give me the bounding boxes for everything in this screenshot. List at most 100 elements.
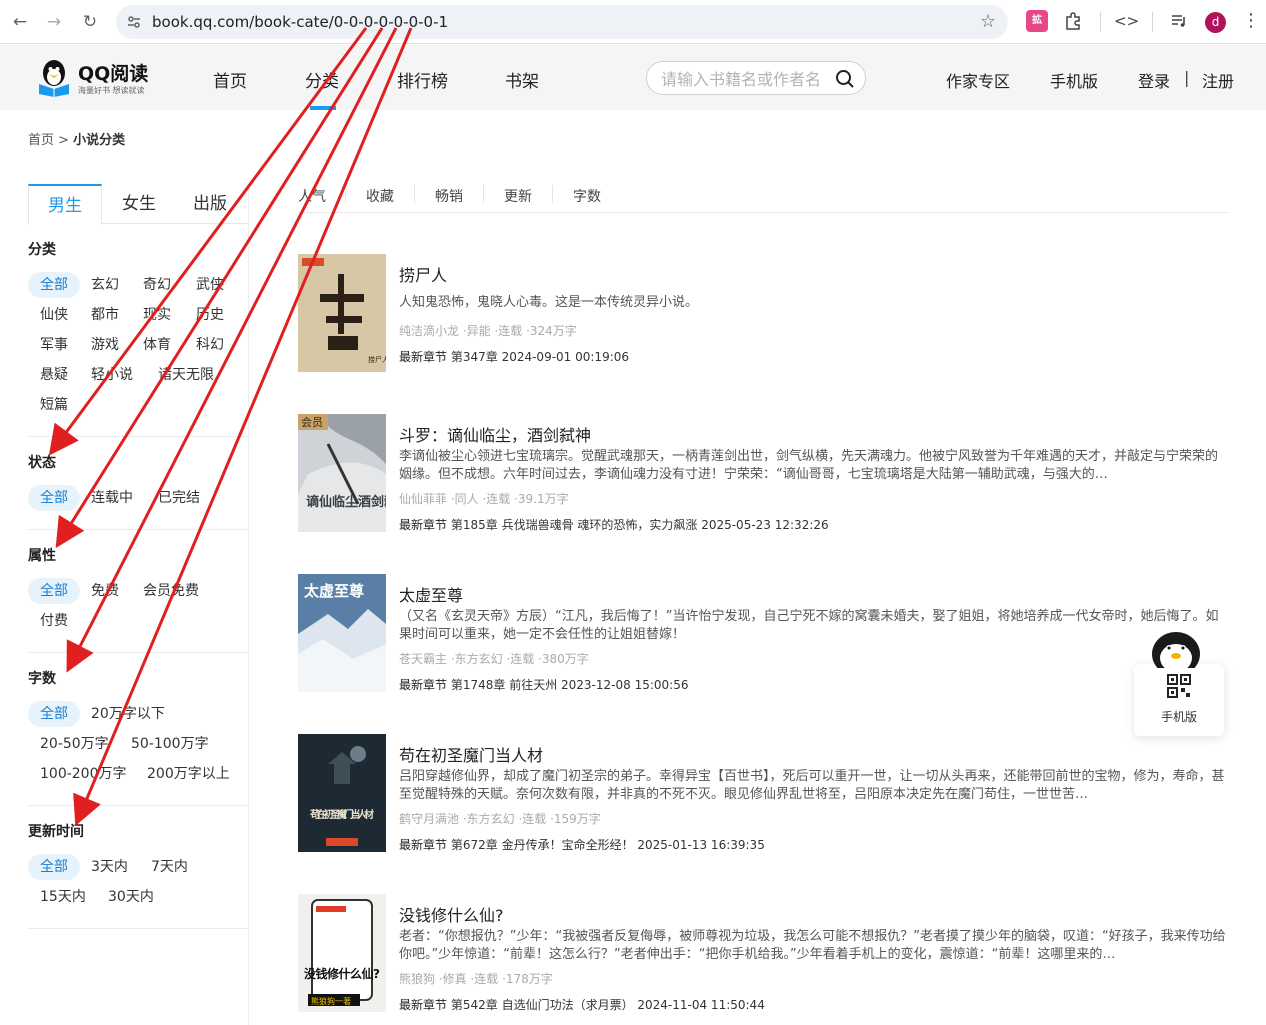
nav-home[interactable]: 首页 xyxy=(213,67,247,92)
book-cover[interactable]: 没钱修什么仙? 熊狼狗一著 xyxy=(298,894,386,1012)
filter-words-item[interactable]: 100-200万字 xyxy=(40,761,127,787)
filter-update-item[interactable]: 15天内 xyxy=(40,884,86,910)
sort-tab-updated[interactable]: 更新 xyxy=(504,186,532,206)
profile-avatar[interactable]: d xyxy=(1205,12,1226,33)
filter-attribute-item[interactable]: 会员免费 xyxy=(143,578,199,604)
book-list-item[interactable]: 太虚至尊 太虚至尊 （又名《玄灵天帝》方辰）“江凡，我后悔了！”当许怡宁发现，自… xyxy=(298,574,1228,694)
filter-category-item[interactable]: 悬疑 xyxy=(40,362,68,388)
sort-tab-favorites[interactable]: 收藏 xyxy=(366,186,394,206)
filter-category-item[interactable]: 短篇 xyxy=(40,392,68,418)
book-latest-chapter[interactable]: 最新章节 第1748章 前往天州 2023-12-08 15:00:56 xyxy=(399,676,688,693)
filter-category-item[interactable]: 诸天无限 xyxy=(158,362,214,388)
filter-update-item[interactable]: 30天内 xyxy=(108,884,154,910)
filter-category-item[interactable]: 游戏 xyxy=(91,332,119,358)
book-title[interactable]: 苟在初圣魔门当人材 xyxy=(399,742,543,766)
translate-extension-icon[interactable]: 拡 xyxy=(1026,10,1048,32)
sort-divider xyxy=(345,185,346,203)
search-icon[interactable] xyxy=(835,69,855,89)
sort-tab-bestselling[interactable]: 畅销 xyxy=(435,186,463,206)
book-latest-chapter[interactable]: 最新章节 第542章 自选仙门功法（求月票） 2024-11-04 11:50:… xyxy=(399,996,765,1013)
filter-status-item[interactable]: 已完结 xyxy=(158,485,200,511)
menu-kebab-icon[interactable]: ⋮ xyxy=(1240,10,1262,32)
book-cover[interactable]: 苟在初圣魔门当人材 xyxy=(298,734,386,852)
book-cover[interactable]: 捞尸人 xyxy=(298,254,386,372)
filter-words-item[interactable]: 20万字以下 xyxy=(91,701,165,727)
reload-icon[interactable]: ↻ xyxy=(78,10,102,34)
filter-words-item[interactable]: 20-50万字 xyxy=(40,731,109,757)
extensions-puzzle-icon[interactable] xyxy=(1062,10,1084,32)
address-bar[interactable]: book.qq.com/book-cate/0-0-0-0-0-0-0-1 ☆ xyxy=(116,5,1008,39)
tab-male[interactable]: 男生 xyxy=(28,184,102,225)
filter-words-item[interactable]: 200万字以上 xyxy=(147,761,230,787)
filter-attribute-item[interactable]: 免费 xyxy=(91,578,119,604)
book-cover[interactable]: 谪仙临尘酒剑弑神 会员 xyxy=(298,414,386,532)
book-list-item[interactable]: 谪仙临尘酒剑弑神 会员 斗罗：谪仙临尘，酒剑弑神 李谪仙被尘心领进七宝琉璃宗。觉… xyxy=(298,414,1228,534)
nav-ranking[interactable]: 排行榜 xyxy=(397,67,448,92)
sort-tab-wordcount[interactable]: 字数 xyxy=(573,186,601,206)
forward-icon[interactable]: → xyxy=(42,10,66,34)
back-icon[interactable]: ← xyxy=(8,10,32,34)
book-description: 老者：“你想报仇？”少年：“我被强者反复侮辱，被师尊视为垃圾，我怎么可能不想报仇… xyxy=(399,929,1226,962)
book-title[interactable]: 捞尸人 xyxy=(399,262,447,286)
floating-mobile-qr[interactable]: 手机版 xyxy=(1134,664,1224,736)
filter-update-item[interactable]: 3天内 xyxy=(91,854,128,880)
filter-category-item[interactable]: 武侠 xyxy=(196,272,224,298)
filter-words-all[interactable]: 全部 xyxy=(28,701,80,727)
book-latest-chapter[interactable]: 最新章节 第185章 兵伐瑞兽魂骨 魂环的恐怖，实力飙涨 2025-05-23 … xyxy=(399,516,829,533)
register-link[interactable]: 注册 xyxy=(1202,68,1234,92)
book-list-item[interactable]: 苟在初圣魔门当人材 苟在初圣魔门当人材 吕阳穿越修仙界，却成了魔门初圣宗的弟子。… xyxy=(298,734,1228,854)
book-latest-chapter[interactable]: 最新章节 第672章 金丹传承！宝命全形经！ 2025-01-13 16:39:… xyxy=(399,836,765,853)
svg-text:谪仙临尘酒剑弑神: 谪仙临尘酒剑弑神 xyxy=(306,494,386,510)
filter-category-item[interactable]: 科幻 xyxy=(196,332,224,358)
filter-category-item[interactable]: 轻小说 xyxy=(91,362,133,388)
breadcrumb: 首页 > 小说分类 xyxy=(28,129,125,148)
filter-category-item[interactable]: 军事 xyxy=(40,332,68,358)
book-list-item[interactable]: 没钱修什么仙? 熊狼狗一著 没钱修什么仙? 老者：“你想报仇？”少年：“我被强者… xyxy=(298,894,1228,1014)
author-zone-link[interactable]: 作家专区 xyxy=(946,68,1010,92)
book-title[interactable]: 太虚至尊 xyxy=(399,582,463,606)
toolbar-divider xyxy=(1152,12,1153,32)
site-logo[interactable]: QQ阅读 海量好书 想读就读 xyxy=(34,55,154,99)
bookmark-star-icon[interactable]: ☆ xyxy=(980,11,996,32)
media-playlist-icon[interactable] xyxy=(1168,10,1190,32)
site-info-icon[interactable] xyxy=(126,14,142,30)
filter-status-item[interactable]: 连载中 xyxy=(91,485,133,511)
nav-category[interactable]: 分类 xyxy=(305,67,339,92)
book-description: （又名《玄灵天帝》方辰）“江凡，我后悔了！”当许怡宁发现，自己宁死不嫁的窝囊未婚… xyxy=(399,609,1219,642)
filter-attribute-all[interactable]: 全部 xyxy=(28,578,80,604)
login-link[interactable]: 登录 xyxy=(1138,68,1170,92)
filter-category-all[interactable]: 全部 xyxy=(28,272,80,298)
svg-text:熊狼狗一著: 熊狼狗一著 xyxy=(311,996,351,1006)
sort-divider xyxy=(414,185,415,203)
url-text[interactable]: book.qq.com/book-cate/0-0-0-0-0-0-0-1 xyxy=(152,13,448,31)
filter-update-item[interactable]: 7天内 xyxy=(151,854,188,880)
filter-attribute-item[interactable]: 付费 xyxy=(40,608,68,634)
devtools-code-icon[interactable]: <> xyxy=(1114,10,1139,32)
filter-update-all[interactable]: 全部 xyxy=(28,854,80,880)
latest-chapter-text: 第672章 金丹传承！宝命全形经！ 2025-01-13 16:39:35 xyxy=(450,838,765,852)
filter-category-item[interactable]: 玄幻 xyxy=(91,272,119,298)
filter-category-item[interactable]: 都市 xyxy=(91,302,119,328)
book-meta: 纯洁滴小龙 ·异能 ·连载 ·324万字 xyxy=(399,324,577,338)
book-list-item[interactable]: 捞尸人 捞尸人 人知鬼恐怖，鬼晓人心毒。这是一本传统灵异小说。 纯洁滴小龙 ·异… xyxy=(298,254,1228,374)
tab-female[interactable]: 女生 xyxy=(102,184,176,224)
book-cover[interactable]: 太虚至尊 xyxy=(298,574,386,692)
mobile-version-link[interactable]: 手机版 xyxy=(1050,68,1098,92)
book-latest-chapter[interactable]: 最新章节 第347章 2024-09-01 00:19:06 xyxy=(399,348,629,365)
tab-publish[interactable]: 出版 xyxy=(176,184,244,224)
book-title[interactable]: 斗罗：谪仙临尘，酒剑弑神 xyxy=(399,422,591,446)
filter-words-item[interactable]: 50-100万字 xyxy=(131,731,209,757)
qq-penguin-logo-icon xyxy=(39,60,69,97)
filter-category-item[interactable]: 奇幻 xyxy=(143,272,171,298)
filter-category-item[interactable]: 现实 xyxy=(143,302,171,328)
filter-category-item[interactable]: 仙侠 xyxy=(40,302,68,328)
filter-category-item[interactable]: 历史 xyxy=(196,302,224,328)
filter-status-all[interactable]: 全部 xyxy=(28,485,80,511)
nav-bookshelf[interactable]: 书架 xyxy=(505,67,539,92)
book-title[interactable]: 没钱修什么仙? xyxy=(399,902,504,926)
section-divider xyxy=(28,928,248,929)
filter-category-item[interactable]: 体育 xyxy=(143,332,171,358)
search-input[interactable] xyxy=(661,68,831,90)
breadcrumb-home[interactable]: 首页 > xyxy=(28,133,69,148)
sort-tab-popularity[interactable]: 人气 xyxy=(298,186,326,206)
